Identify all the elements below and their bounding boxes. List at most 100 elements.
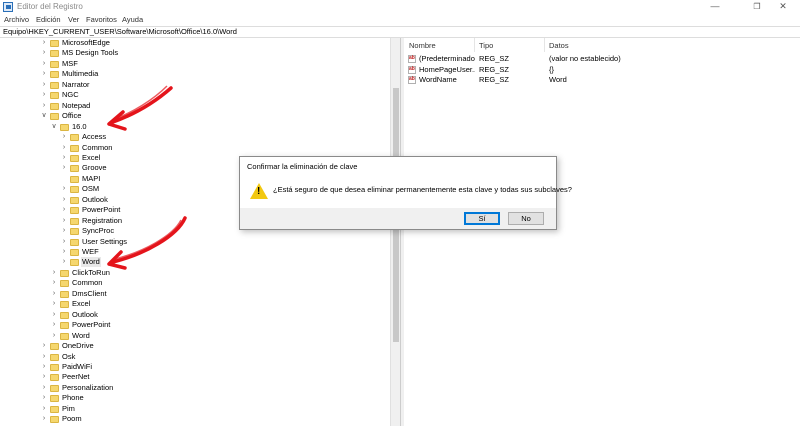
chevron-right-icon[interactable]: › xyxy=(50,268,58,278)
tree-item[interactable]: › Personalization xyxy=(0,383,390,393)
tree-item[interactable]: › Multimedia xyxy=(0,69,390,79)
menu-ver[interactable]: Ver xyxy=(68,15,79,24)
tree-item[interactable]: › User Settings xyxy=(0,237,390,247)
tree-item[interactable]: › MS Design Tools xyxy=(0,48,390,58)
tree-item[interactable]: › Access xyxy=(0,132,390,142)
chevron-right-icon[interactable]: › xyxy=(50,299,58,309)
tree-item-label: Word xyxy=(81,257,101,268)
tree-item[interactable]: › Common xyxy=(0,143,390,153)
folder-icon xyxy=(60,301,69,309)
tree-item[interactable]: › Poom xyxy=(0,414,390,424)
menu-archivo[interactable]: Archivo xyxy=(4,15,29,24)
column-divider[interactable] xyxy=(544,38,545,52)
tree-item[interactable]: › Osk xyxy=(0,352,390,362)
folder-icon xyxy=(70,249,79,256)
chevron-right-icon[interactable]: › xyxy=(60,205,68,215)
registry-tree[interactable]: › MicrosoftEdge › MS Design Tools › MSF › Multi… xyxy=(0,38,400,426)
chevron-right-icon[interactable]: › xyxy=(50,310,58,320)
tree-item-label: Narrator xyxy=(62,79,90,89)
tree-item[interactable]: › Pim xyxy=(0,404,390,414)
menu-edicion[interactable]: Edición xyxy=(36,15,61,24)
address-bar[interactable]: Equipo\HKEY_CURRENT_USER\Software\Micros… xyxy=(0,26,800,38)
close-button[interactable]: ✕ xyxy=(766,0,800,14)
chevron-right-icon[interactable]: › xyxy=(40,383,48,393)
tree-item-label: Access xyxy=(82,132,107,142)
folder-icon xyxy=(60,322,69,330)
chevron-right-icon[interactable]: › xyxy=(40,48,48,58)
chevron-right-icon[interactable]: › xyxy=(40,80,48,90)
chevron-right-icon[interactable]: › xyxy=(60,153,68,163)
tree-item[interactable]: › Word xyxy=(0,257,390,268)
chevron-right-icon[interactable]: › xyxy=(60,226,68,236)
tree-item[interactable]: › WEF xyxy=(0,247,390,257)
tree-item[interactable]: › Notepad xyxy=(0,101,390,111)
column-header-type[interactable]: Tipo xyxy=(479,41,493,50)
chevron-right-icon[interactable]: › xyxy=(40,69,48,79)
column-header-data[interactable]: Datos xyxy=(549,41,569,50)
column-header-name[interactable]: Nombre xyxy=(409,41,436,50)
chevron-right-icon[interactable]: › xyxy=(40,404,48,414)
folder-icon xyxy=(60,332,69,340)
tree-item[interactable]: › ClickToRun xyxy=(0,268,390,278)
tree-item[interactable]: › Common xyxy=(0,278,390,288)
tree-item[interactable]: › PowerPoint xyxy=(0,320,390,330)
tree-item[interactable]: › DmsClient xyxy=(0,289,390,299)
tree-item[interactable]: › NGC xyxy=(0,90,390,100)
tree-item[interactable]: ∨ Office xyxy=(0,111,390,121)
values-list[interactable]: Nombre Tipo Datos (Predeterminado) REG_SZ… xyxy=(404,38,800,426)
chevron-right-icon[interactable]: › xyxy=(60,257,68,267)
value-row[interactable]: (Predeterminado) REG_SZ (valor no establec… xyxy=(404,54,794,64)
chevron-right-icon[interactable]: › xyxy=(40,414,48,424)
chevron-right-icon[interactable]: › xyxy=(60,237,68,247)
tree-item[interactable]: › MicrosoftEdge xyxy=(0,38,390,48)
chevron-right-icon[interactable]: › xyxy=(40,362,48,372)
chevron-right-icon[interactable]: › xyxy=(60,163,68,173)
tree-item-label: DmsClient xyxy=(72,288,107,298)
chevron-down-icon[interactable]: ∨ xyxy=(50,122,58,132)
chevron-right-icon[interactable]: › xyxy=(50,289,58,299)
chevron-right-icon[interactable]: › xyxy=(50,331,58,341)
warning-icon xyxy=(250,183,268,199)
chevron-right-icon[interactable]: › xyxy=(60,216,68,226)
tree-item[interactable]: › Outlook xyxy=(0,310,390,320)
tree-item-label: PeerNet xyxy=(62,372,90,382)
tree-item-label: Common xyxy=(82,142,113,152)
column-divider[interactable] xyxy=(474,38,475,52)
minimize-button[interactable]: — xyxy=(698,0,732,14)
tree-item-label: Phone xyxy=(62,393,84,403)
tree-item[interactable]: › MSF xyxy=(0,59,390,69)
chevron-right-icon[interactable]: › xyxy=(40,101,48,111)
value-row[interactable]: WordName REG_SZ Word xyxy=(404,75,794,85)
chevron-right-icon[interactable]: › xyxy=(60,132,68,142)
chevron-right-icon[interactable]: › xyxy=(50,278,58,288)
chevron-right-icon[interactable]: › xyxy=(40,341,48,351)
tree-item[interactable]: › PeerNet xyxy=(0,372,390,382)
tree-scrollbar[interactable] xyxy=(390,38,400,426)
chevron-down-icon[interactable]: ∨ xyxy=(40,111,48,121)
chevron-right-icon[interactable]: › xyxy=(60,184,68,194)
value-row[interactable]: HomePageUser... REG_SZ {} xyxy=(404,65,794,75)
menu-favoritos[interactable]: Favoritos xyxy=(86,15,117,24)
tree-item[interactable]: › Phone xyxy=(0,393,390,403)
chevron-right-icon[interactable]: › xyxy=(60,247,68,257)
menu-ayuda[interactable]: Ayuda xyxy=(122,15,143,24)
chevron-right-icon[interactable]: › xyxy=(60,143,68,153)
chevron-right-icon[interactable]: › xyxy=(40,38,48,48)
chevron-right-icon[interactable]: › xyxy=(40,59,48,69)
tree-item[interactable]: › Narrator xyxy=(0,80,390,90)
tree-item[interactable]: › PaidWiFi xyxy=(0,362,390,372)
tree-item[interactable]: › Word xyxy=(0,331,390,341)
yes-button[interactable]: Sí xyxy=(464,212,500,225)
tree-item[interactable]: ∨ 16.0 xyxy=(0,122,390,132)
tree-item-label: MS Design Tools xyxy=(62,48,119,58)
chevron-right-icon[interactable]: › xyxy=(40,393,48,403)
no-button[interactable]: No xyxy=(508,212,544,225)
chevron-right-icon[interactable]: › xyxy=(60,195,68,205)
chevron-right-icon[interactable]: › xyxy=(40,352,48,362)
chevron-right-icon[interactable]: › xyxy=(50,320,58,330)
chevron-right-icon[interactable]: › xyxy=(40,90,48,100)
chevron-right-icon[interactable]: › xyxy=(40,372,48,382)
tree-item[interactable]: › Excel xyxy=(0,299,390,309)
tree-item[interactable]: › OneDrive xyxy=(0,341,390,351)
folder-icon xyxy=(70,196,79,204)
